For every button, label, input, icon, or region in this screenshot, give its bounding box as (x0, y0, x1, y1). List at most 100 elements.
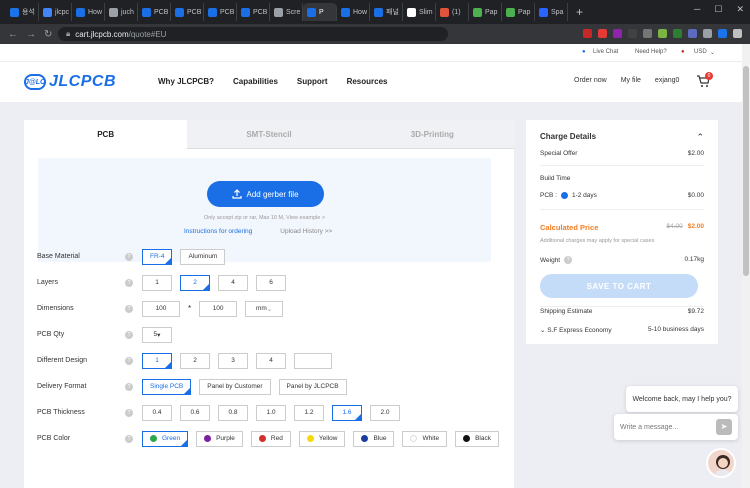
pcb-color-option[interactable]: Purple (196, 430, 243, 447)
dimension-width-input[interactable]: 100 (142, 300, 180, 317)
minimize-icon[interactable]: ─ (694, 4, 700, 15)
build-time-radio[interactable] (560, 192, 568, 199)
extension-icon[interactable] (613, 29, 622, 38)
delivery_format-option[interactable]: Panel by Customer (199, 378, 271, 395)
browser-tab[interactable]: 패널 (370, 3, 403, 21)
layers-option[interactable]: 6 (256, 274, 286, 291)
base_material-option[interactable]: FR-4 (142, 248, 173, 265)
my-file-link[interactable]: My file (621, 77, 641, 84)
pcb-color-option[interactable]: Black (455, 430, 499, 447)
maximize-icon[interactable]: ☐ (714, 4, 722, 15)
different_design-option[interactable] (294, 352, 332, 369)
extension-icon[interactable] (598, 29, 607, 38)
browser-tab[interactable]: (1) (436, 3, 469, 21)
new-tab-icon[interactable]: + (576, 5, 583, 19)
pcb_thickness-option[interactable]: 1.2 (294, 404, 324, 421)
support-avatar[interactable] (706, 448, 736, 478)
add-gerber-button[interactable]: Add gerber file (207, 181, 324, 207)
jlcpcb-logo[interactable]: J@LC JLCPCB (24, 73, 116, 91)
currency-select[interactable]: USD (694, 49, 707, 55)
help-icon[interactable]: ? (125, 304, 133, 313)
extension-icon[interactable] (733, 29, 742, 38)
upload-history-link[interactable]: Upload History >> (280, 228, 332, 235)
pcb-color-option[interactable]: Blue (353, 430, 395, 447)
help-icon[interactable]: ? (125, 356, 133, 365)
tab-3d-printing[interactable]: 3D-Printing (350, 120, 514, 149)
upload-area[interactable]: Add gerber file Only accept zip or rar, … (38, 158, 491, 262)
layers-option[interactable]: 2 (180, 274, 210, 291)
forward-icon[interactable]: → (26, 29, 36, 40)
help-icon[interactable]: ? (125, 408, 133, 417)
pcb_thickness-option[interactable]: 0.6 (180, 404, 210, 421)
page-scrollbar[interactable] (742, 44, 750, 488)
extension-icon[interactable] (703, 29, 712, 38)
browser-tab[interactable]: PCB (138, 3, 171, 21)
need-help-link[interactable]: Need Help? (635, 49, 667, 55)
layers-option[interactable]: 4 (218, 274, 248, 291)
url-field[interactable]: 🔒︎ cart.jlcpcb.com/quote#EU (58, 27, 448, 41)
pcb-color-option[interactable]: White (402, 430, 448, 447)
pcb-color-option[interactable]: Green (142, 430, 189, 447)
delivery_format-option[interactable]: Single PCB (142, 378, 192, 395)
chat-icon[interactable]: ● (582, 49, 586, 55)
pcb-color-option[interactable]: Red (250, 430, 291, 447)
live-chat-link[interactable]: Live Chat (593, 49, 618, 55)
browser-tab[interactable]: Pap (469, 3, 502, 21)
nav-capabilities[interactable]: Capabilities (233, 77, 278, 86)
extension-icon[interactable] (583, 29, 592, 38)
browser-tab[interactable]: PCB (237, 3, 270, 21)
browser-tab[interactable]: PCB (204, 3, 237, 21)
collapse-icon[interactable]: ⌃ (696, 132, 704, 143)
extension-icon[interactable] (673, 29, 682, 38)
help-icon[interactable]: ? (125, 434, 133, 443)
reload-icon[interactable]: ↻ (44, 29, 54, 40)
tab-smt-stencil[interactable]: SMT-Stencil (187, 120, 351, 149)
weight-help-icon[interactable]: ? (564, 256, 573, 264)
save-to-cart-button[interactable]: SAVE TO CART (540, 274, 698, 298)
help-icon[interactable]: ? (125, 278, 133, 287)
browser-tab[interactable]: Scre (270, 3, 303, 21)
pcb-color-option[interactable]: Yellow (298, 430, 346, 447)
nav-support[interactable]: Support (297, 77, 328, 86)
order-now-link[interactable]: Order now (574, 77, 607, 84)
different_design-option[interactable]: 2 (180, 352, 210, 369)
pcb-qty-select[interactable]: 5 ▾ (142, 326, 172, 343)
browser-tab[interactable]: Spa (535, 3, 568, 21)
nav-resources[interactable]: Resources (347, 77, 388, 86)
browser-tab[interactable]: PCB (171, 3, 204, 21)
pcb_thickness-option[interactable]: 1.0 (256, 404, 286, 421)
pcb_thickness-option[interactable]: 1.6 (332, 404, 362, 421)
shipping-method[interactable]: S.F Express Economy (547, 327, 611, 334)
extension-icon[interactable] (658, 29, 667, 38)
different_design-option[interactable]: 4 (256, 352, 286, 369)
browser-tab[interactable]: Pap (502, 3, 535, 21)
nav-why-jlcpcb[interactable]: Why JLCPCB? (158, 77, 214, 86)
browser-tab[interactable]: Slim (403, 3, 436, 21)
browser-tab[interactable]: How (337, 3, 370, 21)
username-link[interactable]: exjang0 (655, 77, 680, 84)
scrollbar-thumb[interactable] (743, 66, 749, 276)
layers-option[interactable]: 1 (142, 274, 172, 291)
browser-tab[interactable]: juch (105, 3, 138, 21)
send-icon[interactable]: ➤ (716, 419, 732, 435)
close-icon[interactable]: ✕ (736, 4, 744, 15)
base_material-option[interactable]: Aluminum (180, 248, 226, 265)
extension-icon[interactable] (643, 29, 652, 38)
instructions-link[interactable]: Instructions for ordering (184, 228, 252, 235)
different_design-option[interactable]: 3 (218, 352, 248, 369)
pcb_thickness-option[interactable]: 0.8 (218, 404, 248, 421)
extension-icon[interactable] (688, 29, 697, 38)
extension-icon[interactable] (628, 29, 637, 38)
dimension-height-input[interactable]: 100 (199, 300, 238, 317)
chat-input[interactable]: Write a message... ➤ (614, 414, 738, 440)
pcb_thickness-option[interactable]: 0.4 (142, 404, 172, 421)
browser-tab[interactable]: jlcpc (39, 3, 72, 21)
browser-tab[interactable]: P (303, 3, 337, 21)
help-icon[interactable]: ? (125, 252, 133, 261)
help-icon[interactable]: ? (125, 382, 133, 391)
help-icon[interactable]: ? (125, 330, 133, 339)
extension-icon[interactable] (718, 29, 727, 38)
delivery_format-option[interactable]: Panel by JLCPCB (278, 378, 347, 395)
browser-tab[interactable]: How (72, 3, 105, 21)
chevron-down-icon[interactable]: ⌄ (540, 327, 545, 334)
